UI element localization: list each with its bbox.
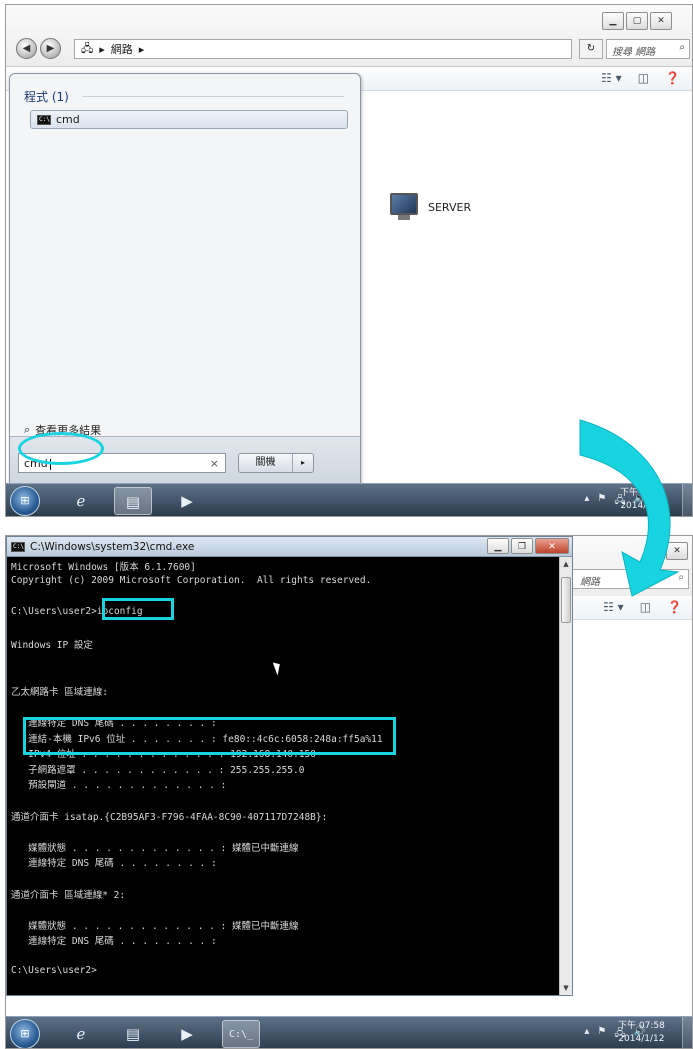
minimize-button[interactable]: ▁ bbox=[602, 12, 624, 30]
clear-search-icon[interactable]: × bbox=[210, 457, 219, 470]
cmd-icon: C:\ bbox=[11, 541, 25, 552]
restore-button[interactable]: ❐ bbox=[511, 538, 533, 554]
console-line: 媒體狀態 . . . . . . . . . . . . . : 媒體已中斷連線 bbox=[11, 920, 299, 932]
console-line: 乙太網路卡 區域連線: bbox=[11, 686, 108, 698]
search-result-label: cmd bbox=[56, 113, 80, 126]
server-label: SERVER bbox=[428, 200, 472, 214]
cmd-titlebar: C:\ C:\Windows\system32\cmd.exe ▁ ❐ ✕ bbox=[7, 537, 572, 557]
highlight-command-box bbox=[102, 598, 174, 620]
console-line: Microsoft Windows [版本 6.1.7600] bbox=[11, 562, 196, 573]
clock-time: 下午 07:58 bbox=[618, 1021, 665, 1031]
shutdown-options-icon[interactable]: ▸ bbox=[293, 454, 313, 472]
view-options-icon[interactable]: ☷ ▾ bbox=[603, 600, 624, 614]
search-placeholder: 搜尋 網路 bbox=[612, 47, 656, 58]
clock-date: 2014/1/12 bbox=[618, 1034, 665, 1044]
media-player-icon[interactable]: ▶ bbox=[168, 1020, 206, 1048]
start-menu: 程式 (1) C:\ cmd ⌕ 查看更多結果 cmd × 關機 ▸ bbox=[9, 73, 361, 488]
network-folder-icon: 🖧 bbox=[81, 41, 94, 55]
close-button[interactable]: ✕ bbox=[650, 12, 672, 30]
highlight-ip-box bbox=[23, 717, 396, 755]
computer-icon bbox=[386, 193, 422, 221]
cmd-window-title: C:\Windows\system32\cmd.exe bbox=[30, 540, 195, 553]
preview-pane-icon[interactable]: ◫ bbox=[640, 600, 651, 614]
cmd-icon: C:\ bbox=[37, 114, 51, 125]
start-button-icon[interactable]: ⊞ bbox=[10, 1019, 40, 1048]
search-icon: ⌕ bbox=[24, 423, 31, 436]
explorer-taskbar-icon[interactable]: ▤ bbox=[114, 487, 152, 515]
breadcrumb-separator-icon: ▸ bbox=[99, 42, 105, 56]
clock[interactable]: 下午 07:58 2014/1/12 bbox=[618, 1020, 665, 1046]
breadcrumb-network[interactable]: 網路 bbox=[111, 41, 133, 57]
console-line: 子網路遮罩 . . . . . . . . . . . . : 255.255.… bbox=[11, 764, 305, 776]
curved-arrow-icon bbox=[579, 419, 680, 597]
console-line: 媒體狀態 . . . . . . . . . . . . . : 媒體已中斷連線 bbox=[11, 842, 299, 854]
view-options-icon[interactable]: ☷ ▾ bbox=[601, 71, 622, 85]
background-explorer-window: ✕ 網路 ⌕ ☷ ▾ ◫ ❓ bbox=[561, 536, 692, 1048]
console-line: 連線特定 DNS 尾碼 . . . . . . . . : bbox=[11, 858, 217, 870]
console-line: 預設閘道 . . . . . . . . . . . . . : bbox=[11, 780, 227, 792]
forward-icon[interactable]: ▶ bbox=[40, 38, 61, 59]
breadcrumb-separator-icon: ▸ bbox=[138, 42, 145, 56]
console-line: 通道介面卡 isatap.{C2B95AF3-F796-4FAA-8C90-40… bbox=[11, 811, 328, 823]
console-line: 通道介面卡 區域連線* 2: bbox=[11, 889, 126, 901]
refresh-icon[interactable]: ↻ bbox=[579, 39, 603, 59]
explorer-titlebar: ▁ ▢ ✕ ◀ ▶ 🖧 ▸ 網路 ▸ ↻ 搜尋 網路 ⌕ bbox=[6, 5, 692, 67]
internet-explorer-icon[interactable]: ℯ bbox=[62, 1020, 100, 1048]
shutdown-button[interactable]: 關機 ▸ bbox=[238, 453, 314, 473]
help-icon[interactable]: ❓ bbox=[665, 71, 680, 85]
address-bar[interactable]: 🖧 ▸ 網路 ▸ bbox=[74, 39, 572, 59]
cmd-ipconfig-screenshot: ✕ 網路 ⌕ ☷ ▾ ◫ ❓ C:\ C:\Windows\system32\c… bbox=[5, 535, 693, 1049]
action-center-icon[interactable]: ⚑ bbox=[597, 1026, 606, 1043]
programs-section-header: 程式 (1) bbox=[24, 90, 69, 104]
server-computer-item[interactable]: SERVER bbox=[386, 193, 471, 221]
cmd-window: C:\ C:\Windows\system32\cmd.exe ▁ ❐ ✕ Mi… bbox=[6, 536, 573, 996]
internet-explorer-icon[interactable]: ℯ bbox=[62, 487, 100, 515]
explorer-taskbar-icon[interactable]: ▤ bbox=[114, 1020, 152, 1048]
media-player-icon[interactable]: ▶ bbox=[168, 487, 206, 515]
cmd-taskbar-icon[interactable]: C:\_ bbox=[222, 1020, 260, 1048]
back-icon[interactable]: ◀ bbox=[16, 38, 37, 59]
console-output[interactable]: Microsoft Windows [版本 6.1.7600] Copyright… bbox=[9, 559, 557, 995]
divider bbox=[82, 96, 344, 97]
start-button-icon[interactable]: ⊞ bbox=[10, 486, 40, 516]
search-icon: ⌕ bbox=[679, 42, 685, 53]
console-line: Copyright (c) 2009 Microsoft Corporation… bbox=[11, 574, 372, 586]
preview-pane-icon[interactable]: ◫ bbox=[638, 71, 649, 85]
shutdown-label: 關機 bbox=[239, 454, 293, 472]
taskbar: ⊞ ℯ ▤ ▶ C:\_ ▴ ⚑ 🖧 🔊 下午 07:58 2014/1/12 bbox=[6, 1016, 692, 1048]
highlight-oval bbox=[18, 432, 104, 465]
search-box[interactable]: 搜尋 網路 ⌕ bbox=[606, 39, 690, 59]
vertical-scrollbar[interactable]: ▲ ▼ bbox=[559, 557, 572, 995]
console-line: Windows IP 設定 bbox=[11, 640, 93, 651]
minimize-button[interactable]: ▁ bbox=[487, 538, 509, 554]
scroll-down-icon[interactable]: ▼ bbox=[560, 981, 572, 995]
console-line: C:\Users\user2> bbox=[11, 964, 97, 976]
console-line: 連線特定 DNS 尾碼 . . . . . . . . : bbox=[11, 936, 217, 948]
show-desktop-button[interactable] bbox=[682, 1017, 692, 1048]
tray-expand-icon[interactable]: ▴ bbox=[584, 1026, 589, 1043]
help-icon[interactable]: ❓ bbox=[667, 600, 682, 614]
search-result-cmd[interactable]: C:\ cmd bbox=[30, 110, 348, 129]
maximize-button[interactable]: ▢ bbox=[626, 12, 648, 30]
